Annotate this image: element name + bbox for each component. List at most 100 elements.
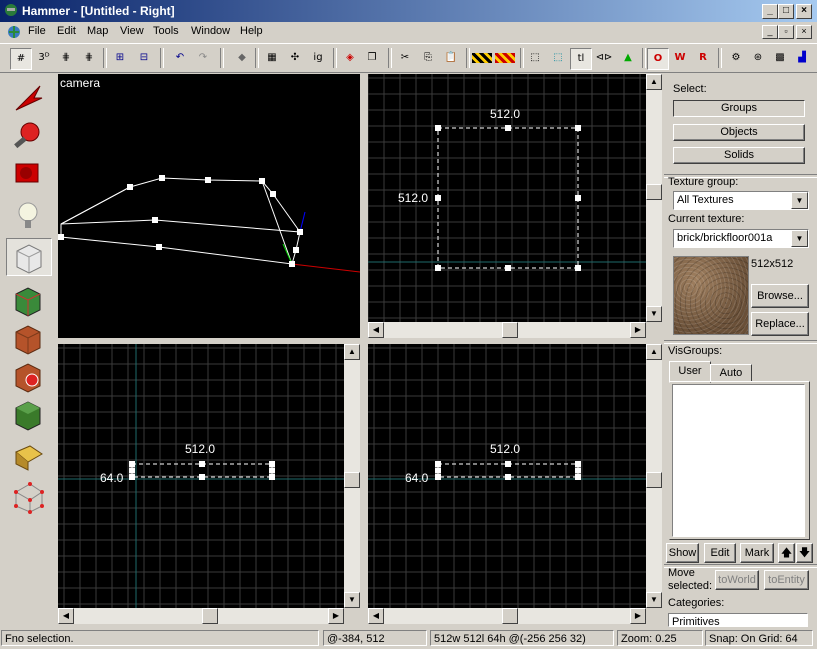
scroll-left-icon[interactable]: ◀ [58,608,74,624]
texture-preview[interactable] [673,256,749,335]
scroll-up-icon[interactable]: ▲ [646,74,662,90]
ignore-groups-icon[interactable]: ig [308,48,328,68]
tab-user[interactable]: User [669,361,711,383]
hollow-icon[interactable]: ✣ [285,48,305,68]
texture-lock-icon[interactable]: tl [570,48,592,70]
solids-button[interactable]: Solids [673,147,805,164]
cordon-icon[interactable]: ◈ [340,48,360,68]
block-tool-icon[interactable] [6,238,52,276]
front-view-hscroll[interactable]: ◀ ▶ [58,608,344,624]
scroll-up-icon[interactable]: ▲ [646,344,662,360]
scroll-thumb[interactable] [502,322,518,338]
select-bounds-icon[interactable]: ⬚ [525,48,545,68]
scroll-up-icon[interactable]: ▲ [344,344,360,360]
top-view-hscroll[interactable]: ◀ ▶ [368,322,646,338]
scroll-thumb[interactable] [646,184,662,200]
scroll-thumb[interactable] [502,608,518,624]
minimize-button[interactable]: _ [762,4,778,19]
move-down-button[interactable]: 🡇 [796,543,813,563]
current-texture-select[interactable]: brick/brickfloor001a ▼ [673,229,809,248]
entity-report-icon[interactable]: ⚙ [726,48,746,68]
vertex-tool-icon[interactable] [6,478,50,514]
copy-icon[interactable]: ⎘ [418,48,438,68]
mark-button[interactable]: Mark [740,543,774,563]
toggle-wireframe-icon[interactable]: W [670,48,690,68]
camera-tool-icon[interactable] [6,156,50,192]
texture-group-select[interactable]: All Textures ▼ [673,191,809,210]
categories-select[interactable]: Primitives [668,613,808,627]
scroll-right-icon[interactable]: ▶ [630,608,646,624]
top-view-viewport[interactable]: 512.0 512.0 [368,74,646,322]
texture-browser-icon[interactable]: ▩ [770,48,790,68]
magnify-tool-icon[interactable] [6,118,50,154]
browse-button[interactable]: Browse... [751,284,809,308]
front-view-viewport[interactable]: 512.0 64.0 [58,344,344,608]
mdi-minimize-button[interactable]: _ [762,25,778,39]
scroll-left-icon[interactable]: ◀ [368,608,384,624]
visgroups-list[interactable] [672,384,805,537]
scroll-right-icon[interactable]: ▶ [630,322,646,338]
flip-horizontal-icon[interactable]: ⊲⊳ [594,48,614,68]
selection-tool-icon[interactable] [6,80,50,116]
clone-icon[interactable]: ❐ [362,48,382,68]
entity-tool-icon[interactable] [6,198,50,234]
decal-tool-icon[interactable] [6,358,50,394]
run-map-icon[interactable]: ⊛ [748,48,768,68]
scroll-right-icon[interactable]: ▶ [328,608,344,624]
scroll-thumb[interactable] [344,472,360,488]
hide-selected-icon[interactable]: ▦ [262,48,282,68]
mdi-close-button[interactable]: × [796,25,812,39]
front-view-vscroll[interactable]: ▲ ▼ [344,344,360,608]
top-view-vscroll[interactable]: ▲ ▼ [646,74,662,322]
scroll-thumb[interactable] [646,472,662,488]
redo-icon[interactable]: ↷ [193,48,213,68]
move-up-button[interactable]: 🡅 [778,543,795,563]
larger-grid-icon[interactable]: ⋕ [79,48,99,68]
paste-icon[interactable]: 📋 [441,48,461,68]
to-world-button[interactable]: toWorld [715,570,759,590]
apply-current-texture-icon[interactable] [6,320,50,356]
undo-icon[interactable]: ↶ [170,48,190,68]
cut-icon[interactable]: ✂ [395,48,415,68]
chevron-down-icon[interactable]: ▼ [791,192,808,209]
menu-file[interactable]: File [28,25,46,37]
scroll-down-icon[interactable]: ▼ [344,592,360,608]
chevron-down-icon[interactable]: ▼ [791,230,808,247]
to-entity-button[interactable]: toEntity [764,570,809,590]
toggle-flat-icon[interactable]: R [693,48,713,68]
show-button[interactable]: Show [666,543,699,563]
toggle-cordon-icon[interactable] [472,53,492,63]
camera-viewport[interactable]: camera [58,74,360,338]
replace-button[interactable]: Replace... [751,312,809,336]
close-button[interactable]: × [796,4,812,19]
select-handles-icon[interactable]: ⬚ [548,48,568,68]
carve-icon[interactable]: ◆ [232,48,252,68]
menu-map[interactable]: Map [87,25,108,37]
edit-button[interactable]: Edit [704,543,736,563]
scroll-left-icon[interactable]: ◀ [368,322,384,338]
menu-edit[interactable]: Edit [57,25,76,37]
overlay-tool-icon[interactable] [6,396,50,432]
smaller-grid-icon[interactable]: ⋕ [56,48,76,68]
side-view-viewport[interactable]: 512.0 64.0 [368,344,646,608]
flip-vertical-icon[interactable]: ▲ [618,48,638,68]
scroll-down-icon[interactable]: ▼ [646,306,662,322]
menu-view[interactable]: View [120,25,144,37]
3d-grid-icon[interactable]: 3ᴰ [34,48,54,68]
side-view-hscroll[interactable]: ◀ ▶ [368,608,646,624]
ungroup-icon[interactable]: ⊟ [134,48,154,68]
menu-help[interactable]: Help [240,25,263,37]
menu-tools[interactable]: Tools [153,25,179,37]
tab-auto[interactable]: Auto [710,364,752,382]
edit-cordon-icon[interactable] [495,53,515,63]
scroll-down-icon[interactable]: ▼ [646,592,662,608]
side-view-vscroll[interactable]: ▲ ▼ [646,344,662,608]
menu-window[interactable]: Window [191,25,230,37]
texture-application-icon[interactable] [6,282,50,318]
groups-button[interactable]: Groups [673,100,805,117]
group-icon[interactable]: ⊞ [110,48,130,68]
toggle-texture-view-icon[interactable]: O [647,48,669,70]
objects-button[interactable]: Objects [673,124,805,141]
mdi-restore-button[interactable]: ▫ [778,25,794,39]
window-tile-icon[interactable]: ▟ [792,48,812,68]
